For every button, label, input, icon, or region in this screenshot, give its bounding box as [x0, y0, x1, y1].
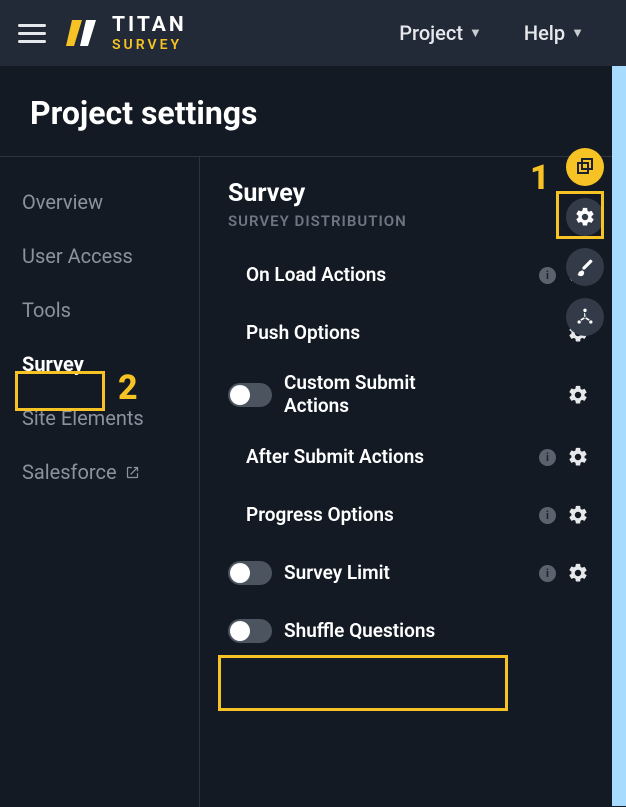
settings-panel: Survey SURVEY DISTRIBUTION On Load Actio…	[200, 157, 626, 807]
settings-button[interactable]	[566, 198, 604, 236]
row-label: Shuffle Questions	[284, 620, 556, 643]
row-label: After Submit Actions	[246, 446, 523, 469]
chevron-down-icon: ▼	[469, 25, 482, 41]
sidebar-item-label: Survey	[22, 352, 84, 376]
panel-subtitle: SURVEY DISTRIBUTION	[228, 212, 616, 230]
row-settings-button[interactable]	[566, 383, 590, 407]
brand-name: TITAN	[112, 15, 187, 36]
sidebar-item-label: User Access	[22, 244, 133, 268]
row-push-options: Push Options	[228, 304, 616, 362]
logo-text: TITAN SURVEY	[112, 15, 187, 52]
pages-button[interactable]	[566, 148, 604, 186]
header-project-dropdown[interactable]: Project ▼	[399, 21, 482, 45]
sidebar-item-label: Tools	[22, 298, 71, 322]
page-title: Project settings	[0, 66, 626, 156]
row-survey-limit: Survey Limit i	[228, 544, 616, 602]
row-settings-button[interactable]	[566, 445, 590, 469]
row-settings-button[interactable]	[566, 503, 590, 527]
app-logo[interactable]: TITAN SURVEY	[64, 14, 187, 52]
row-label: Progress Options	[246, 504, 523, 527]
row-label: Push Options	[246, 322, 556, 345]
row-settings-button[interactable]	[566, 561, 590, 585]
sidebar-item-tools[interactable]: Tools	[22, 283, 199, 337]
row-label: Custom Submit Actions	[284, 372, 454, 418]
sidebar-item-survey[interactable]: Survey	[22, 337, 199, 391]
info-icon[interactable]: i	[539, 565, 556, 582]
row-custom-submit-actions: Custom Submit Actions	[228, 362, 616, 428]
sidebar-item-label: Overview	[22, 190, 103, 214]
branch-button[interactable]	[566, 298, 604, 336]
brand-product: SURVEY	[112, 38, 187, 52]
sidebar-item-label: Salesforce	[22, 460, 117, 484]
header-help-dropdown[interactable]: Help ▼	[524, 21, 584, 45]
row-shuffle-questions: Shuffle Questions	[228, 602, 616, 660]
header-help-label: Help	[524, 21, 565, 45]
info-icon[interactable]: i	[539, 507, 556, 524]
row-label: On Load Actions	[246, 264, 523, 287]
sidebar-item-site-elements[interactable]: Site Elements	[22, 391, 199, 445]
side-nav: Overview User Access Tools Survey Site E…	[0, 157, 200, 807]
menu-button[interactable]	[18, 19, 46, 47]
header-project-label: Project	[399, 21, 463, 45]
sidebar-item-user-access[interactable]: User Access	[22, 229, 199, 283]
row-after-submit-actions: After Submit Actions i	[228, 428, 616, 486]
logo-mark-icon	[64, 14, 102, 52]
row-label: Survey Limit	[284, 562, 523, 585]
chevron-down-icon: ▼	[571, 25, 584, 41]
external-link-icon	[125, 465, 140, 480]
panel-title: Survey	[228, 179, 616, 208]
app-header: TITAN SURVEY Project ▼ Help ▼	[0, 0, 626, 66]
row-on-load-actions: On Load Actions i	[228, 246, 616, 304]
body: Overview User Access Tools Survey Site E…	[0, 157, 626, 807]
brush-button[interactable]	[566, 248, 604, 286]
sidebar-item-overview[interactable]: Overview	[22, 175, 199, 229]
survey-limit-toggle[interactable]	[228, 561, 272, 585]
info-icon[interactable]: i	[539, 267, 556, 284]
sidebar-item-label: Site Elements	[22, 406, 144, 430]
sidebar-item-salesforce[interactable]: Salesforce	[22, 445, 199, 499]
info-icon[interactable]: i	[539, 449, 556, 466]
action-column	[566, 148, 604, 336]
row-progress-options: Progress Options i	[228, 486, 616, 544]
shuffle-questions-toggle[interactable]	[228, 619, 272, 643]
custom-submit-actions-toggle[interactable]	[228, 383, 272, 407]
